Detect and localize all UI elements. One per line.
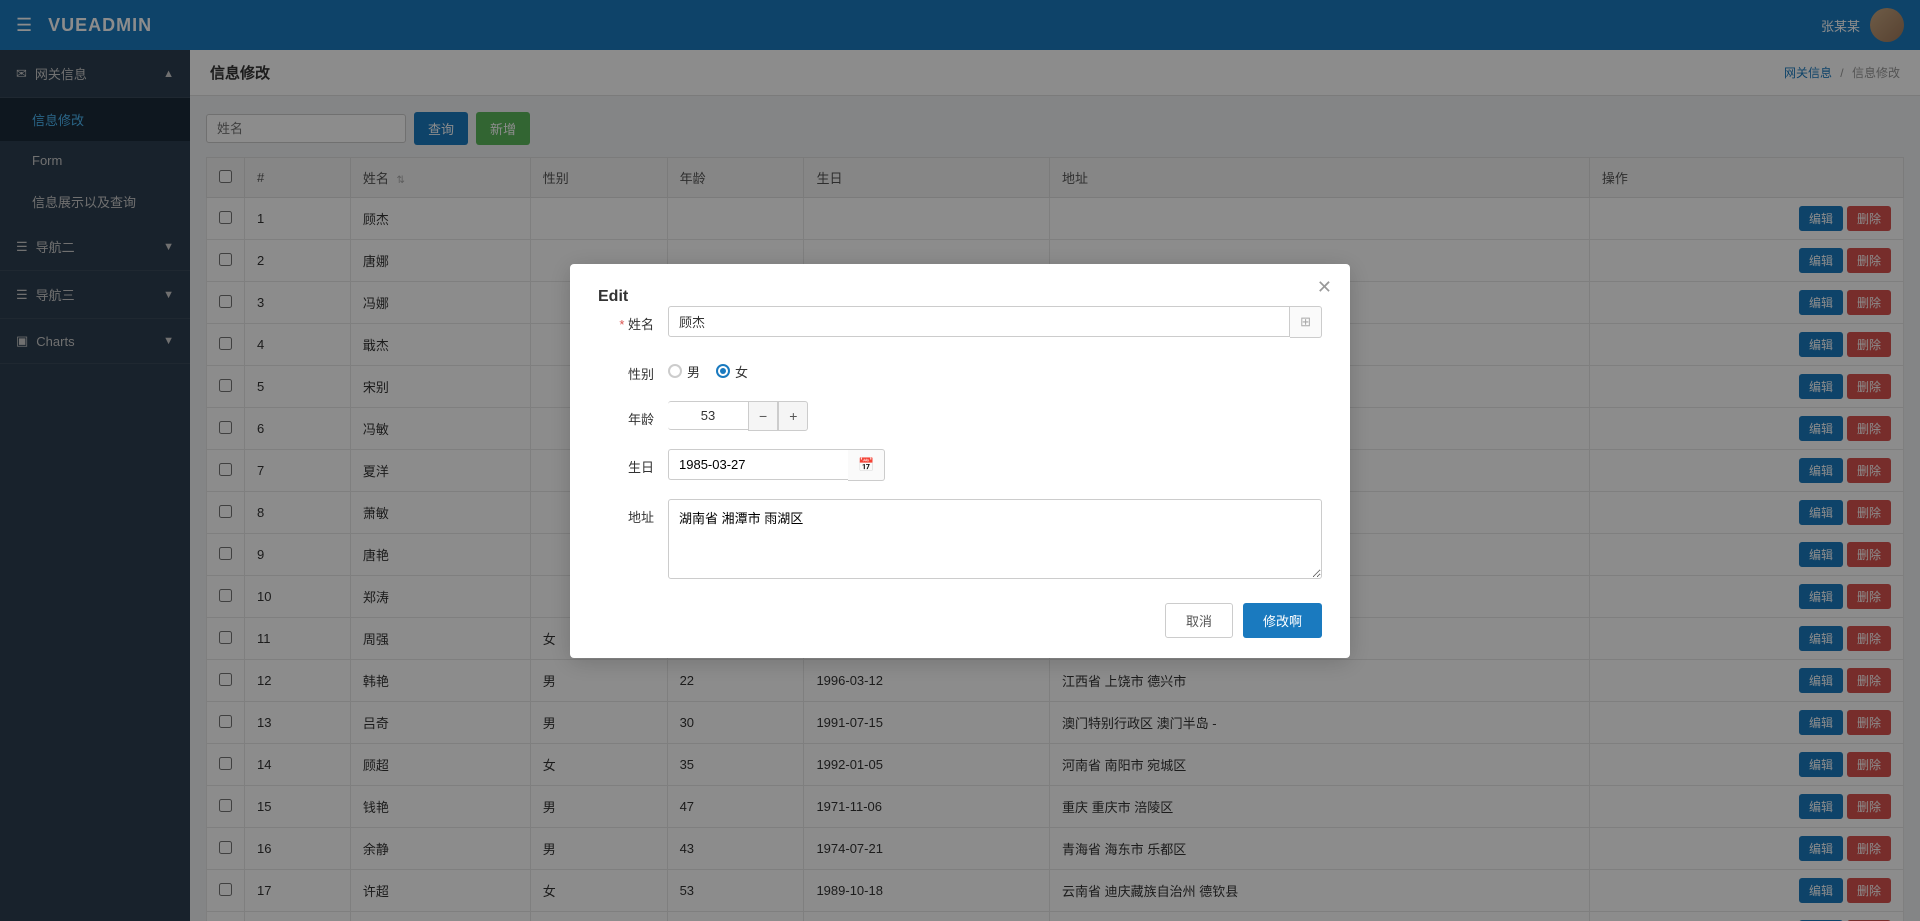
- address-textarea[interactable]: [668, 499, 1322, 579]
- age-input[interactable]: [668, 401, 748, 430]
- name-suffix-icon[interactable]: ⊞: [1290, 306, 1322, 338]
- date-field-wrapper: 📅: [668, 449, 885, 481]
- radio-male-label: 男: [687, 362, 700, 381]
- modal-footer: 取消 修改啊: [598, 603, 1322, 638]
- form-row-gender: 性别 男 女: [598, 356, 1322, 383]
- modal-title: Edit: [598, 288, 628, 305]
- modal-close-button[interactable]: ✕: [1317, 278, 1332, 296]
- radio-male[interactable]: 男: [668, 362, 700, 381]
- edit-modal: Edit ✕ 姓名 ⊞ 性别 男 女: [570, 264, 1350, 658]
- name-field-wrapper: ⊞: [668, 306, 1322, 338]
- form-row-name: 姓名 ⊞: [598, 306, 1322, 338]
- radio-female[interactable]: 女: [716, 362, 748, 381]
- radio-female-label: 女: [735, 362, 748, 381]
- age-label: 年龄: [598, 401, 668, 428]
- radio-circle-female: [716, 364, 730, 378]
- name-input[interactable]: [668, 306, 1290, 337]
- birthday-label: 生日: [598, 449, 668, 476]
- form-row-age: 年龄 − +: [598, 401, 1322, 431]
- form-row-birthday: 生日 📅: [598, 449, 1322, 481]
- address-label: 地址: [598, 499, 668, 526]
- gender-radio-group: 男 女: [668, 356, 748, 381]
- submit-button[interactable]: 修改啊: [1243, 603, 1322, 638]
- radio-circle-male: [668, 364, 682, 378]
- age-stepper: − +: [668, 401, 808, 431]
- calendar-icon[interactable]: 📅: [848, 449, 885, 481]
- name-label: 姓名: [598, 306, 668, 333]
- age-increment-button[interactable]: +: [778, 401, 808, 431]
- form-row-address: 地址: [598, 499, 1322, 579]
- gender-label: 性别: [598, 356, 668, 383]
- cancel-button[interactable]: 取消: [1165, 603, 1233, 638]
- modal-overlay[interactable]: Edit ✕ 姓名 ⊞ 性别 男 女: [0, 0, 1920, 921]
- birthday-input[interactable]: [668, 449, 848, 480]
- age-decrement-button[interactable]: −: [748, 401, 778, 431]
